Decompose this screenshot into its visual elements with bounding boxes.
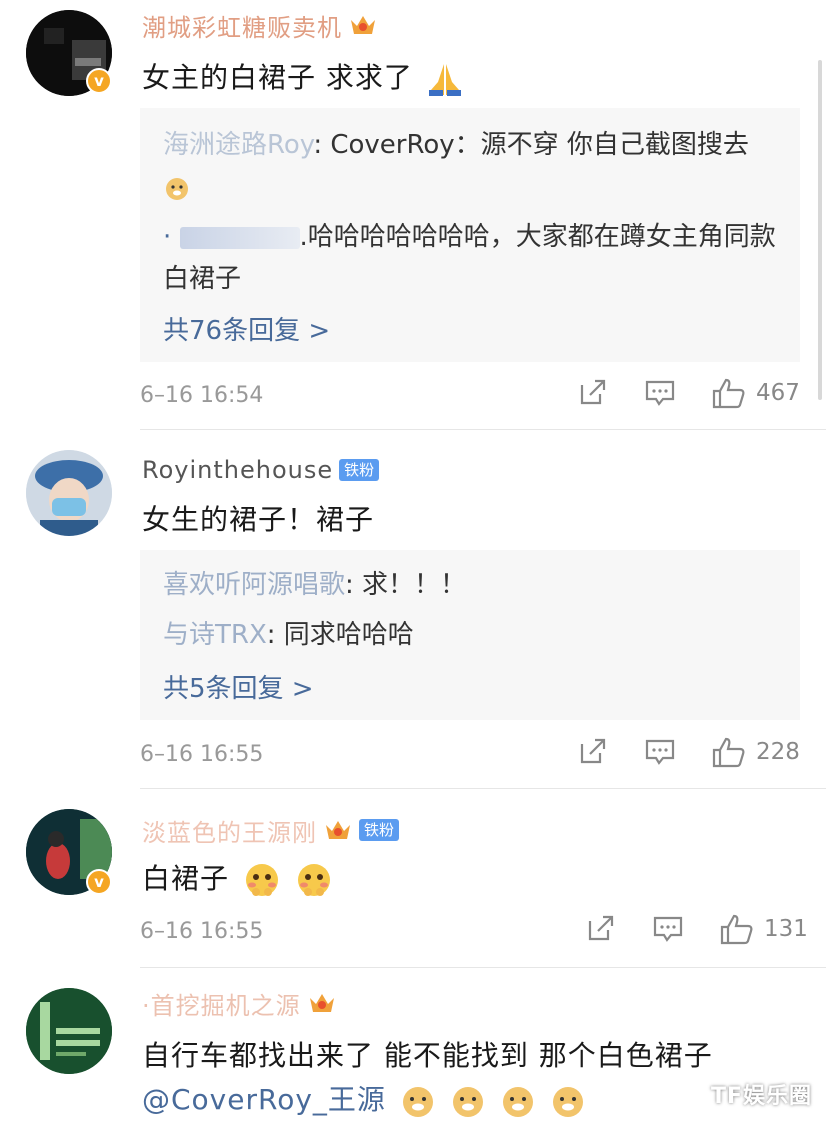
share-icon [580, 379, 606, 405]
thumbs-up-icon [712, 737, 745, 768]
avatar[interactable] [26, 450, 112, 536]
comment-button[interactable] [652, 913, 684, 945]
comment-text-content: 白裙子 [142, 862, 230, 895]
username-row: Royinthehouse 铁粉 [142, 455, 380, 485]
view-more-replies-link[interactable]: 共5条回复 > [163, 668, 314, 705]
comment-icon [645, 739, 675, 765]
avatar-image [26, 988, 112, 1074]
reply-item[interactable]: 海洲途路Roy: CoverRoy：源不穿 你自己截图搜去 [163, 124, 783, 208]
reply-item[interactable]: 喜欢听阿源唱歌: 求！！！ [163, 564, 783, 606]
like-count: 131 [764, 916, 808, 942]
reply-text: 同求哈哈哈 [283, 620, 414, 650]
share-button[interactable] [586, 913, 616, 943]
blurred-username [179, 226, 300, 249]
comment-2: Royinthehouse 铁粉 女生的裙子！裙子 喜欢听阿源唱歌: 求！！！ … [0, 430, 826, 789]
comment-text: 女主的白裙子 求求了 [142, 56, 463, 96]
doge-emoji-icon [552, 1087, 583, 1117]
reply-username[interactable]: 海洲途路Roy [163, 130, 313, 160]
reply-username[interactable]: 喜欢听阿源唱歌 [163, 570, 345, 600]
timestamp: 6–16 16:55 [140, 742, 264, 767]
doge-emoji-icon [502, 1087, 533, 1117]
share-button[interactable] [578, 377, 608, 407]
reply-separator: : [266, 620, 284, 650]
username[interactable]: Royinthehouse [142, 456, 333, 484]
pray-emoji-icon [428, 64, 461, 96]
like-button[interactable]: 467 [712, 377, 800, 409]
username-row: ·首挖掘机之源 [142, 986, 337, 1021]
comment-button[interactable] [644, 736, 676, 768]
like-button[interactable]: 131 [720, 913, 808, 945]
reply-separator: : [345, 570, 363, 600]
comment-4: ·首挖掘机之源 自行车都找出来了 能不能找到 那个白色裙子 @CoverRoy_… [0, 968, 826, 1128]
comment-text: 女生的裙子！裙子 [142, 503, 375, 536]
reply-separator: : [313, 130, 331, 160]
meta-row: 6–16 16:55 131 [140, 913, 808, 953]
share-button[interactable] [578, 736, 608, 766]
fan-badge: 铁粉 [359, 819, 400, 841]
comment-text-content: 女主的白裙子 求求了 [142, 61, 413, 94]
comment-1: v 潮城彩虹糖贩卖机 女主的白裙子 求求了 海洲途路Roy: CoverRoy：… [0, 0, 826, 430]
avatar[interactable] [26, 988, 112, 1074]
username[interactable]: ·首挖掘机之源 [142, 986, 301, 1021]
like-button[interactable]: 228 [712, 736, 800, 768]
blush-emoji-icon [245, 864, 278, 896]
timestamp: 6–16 16:55 [140, 919, 264, 944]
watermark: TF娱乐圈 [710, 1084, 812, 1109]
comment-button[interactable] [644, 377, 676, 409]
like-count: 228 [756, 739, 800, 765]
reply-text: 求！！！ [362, 570, 467, 600]
verified-icon: v [86, 68, 112, 94]
view-more-replies-link[interactable]: 共76条回复 > [163, 310, 330, 347]
verified-icon: v [86, 869, 112, 895]
comment-icon [645, 380, 675, 406]
timestamp: 6–16 16:54 [140, 383, 264, 408]
reply-item[interactable]: 与诗TRX: 同求哈哈哈 [163, 614, 783, 656]
comment-icon [653, 916, 683, 942]
comment-text: 自行车都找出来了 能不能找到 那个白色裙子 [142, 1039, 713, 1072]
doge-emoji-icon [166, 177, 188, 200]
username[interactable]: 淡蓝色的王源刚 [142, 813, 317, 848]
share-icon [588, 915, 614, 941]
vip-crown-icon [326, 821, 350, 839]
comment-3: v 淡蓝色的王源刚 铁粉 白裙子 6–16 16:55 131 [0, 789, 826, 968]
thumbs-up-icon [712, 378, 745, 409]
comment-mention-line: @CoverRoy_王源 [142, 1078, 586, 1119]
reply-box: 喜欢听阿源唱歌: 求！！！ 与诗TRX: 同求哈哈哈 共5条回复 > [140, 550, 800, 720]
like-count: 467 [756, 380, 800, 406]
username[interactable]: 潮城彩虹糖贩卖机 [142, 8, 342, 43]
doge-emoji-icon [402, 1087, 433, 1117]
scrollbar[interactable] [818, 60, 822, 400]
reply-text: CoverRoy：源不穿 你自己截图搜去 [330, 130, 749, 160]
username-row: 潮城彩虹糖贩卖机 [142, 8, 378, 43]
reply-username[interactable]: · [163, 222, 171, 252]
fan-badge: 铁粉 [339, 459, 380, 481]
reply-username[interactable]: 与诗TRX [163, 620, 267, 650]
meta-row: 6–16 16:54 467 [140, 377, 800, 417]
vip-crown-icon [351, 16, 375, 34]
comment-text: 白裙子 [142, 857, 333, 899]
reply-item[interactable]: · .哈哈哈哈哈哈哈，大家都在蹲女主角同款白裙子 [163, 216, 783, 300]
avatar-image [26, 450, 112, 536]
username-row: 淡蓝色的王源刚 铁粉 [142, 813, 400, 848]
thumbs-up-icon [720, 914, 753, 945]
share-icon [580, 738, 606, 764]
blush-emoji-icon [297, 864, 330, 896]
meta-row: 6–16 16:55 228 [140, 736, 800, 776]
mention-link[interactable]: @CoverRoy_王源 [142, 1083, 386, 1116]
vip-crown-icon [309, 994, 334, 1012]
doge-emoji-icon [452, 1087, 483, 1117]
reply-box: 海洲途路Roy: CoverRoy：源不穿 你自己截图搜去 · .哈哈哈哈哈哈哈… [140, 108, 800, 362]
